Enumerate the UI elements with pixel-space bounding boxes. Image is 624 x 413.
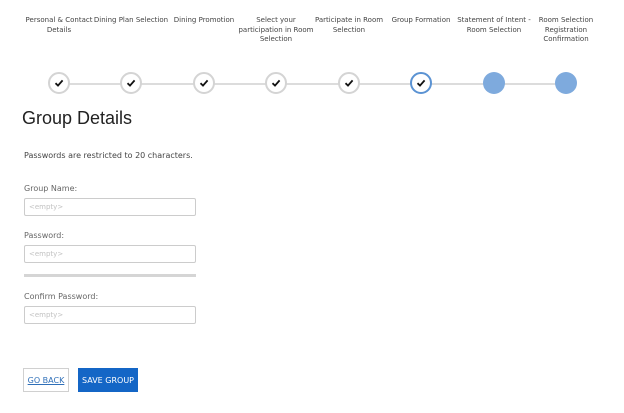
step-1-complete[interactable]	[48, 72, 70, 94]
step-4-complete[interactable]	[265, 72, 287, 94]
save-group-button[interactable]: SAVE GROUP	[78, 368, 138, 392]
checkmark-icon	[199, 79, 209, 87]
confirm-password-input[interactable]	[24, 306, 196, 324]
step-label-registration-confirmation: Room Selection Registration Confirmation	[538, 16, 594, 43]
step-label-select-participation: Select your participation in Room Select…	[238, 16, 314, 43]
go-back-button[interactable]: GO BACK	[23, 368, 69, 392]
progress-stepper: Personal & Contact Details Dining Plan S…	[0, 0, 624, 100]
step-7-pending	[483, 72, 505, 94]
step-6-current[interactable]	[410, 72, 432, 94]
step-label-group-formation: Group Formation	[391, 16, 451, 24]
group-name-label: Group Name:	[24, 184, 78, 193]
checkmark-icon	[271, 79, 281, 87]
checkmark-icon	[54, 79, 64, 87]
checkmark-icon	[126, 79, 136, 87]
page-title: Group Details	[22, 108, 133, 128]
step-2-complete[interactable]	[120, 72, 142, 94]
password-label: Password:	[24, 231, 65, 240]
password-restriction-note: Passwords are restricted to 20 character…	[24, 151, 193, 160]
step-3-complete[interactable]	[193, 72, 215, 94]
step-5-complete[interactable]	[338, 72, 360, 94]
group-name-input[interactable]	[24, 198, 196, 216]
checkmark-icon	[344, 79, 354, 87]
confirm-password-label: Confirm Password:	[24, 292, 99, 301]
checkmark-icon	[416, 79, 426, 87]
step-8-pending	[555, 72, 577, 94]
step-label-dining-plan: Dining Plan Selection	[93, 16, 169, 24]
password-input[interactable]	[24, 245, 196, 263]
password-strength-bar	[24, 274, 196, 277]
